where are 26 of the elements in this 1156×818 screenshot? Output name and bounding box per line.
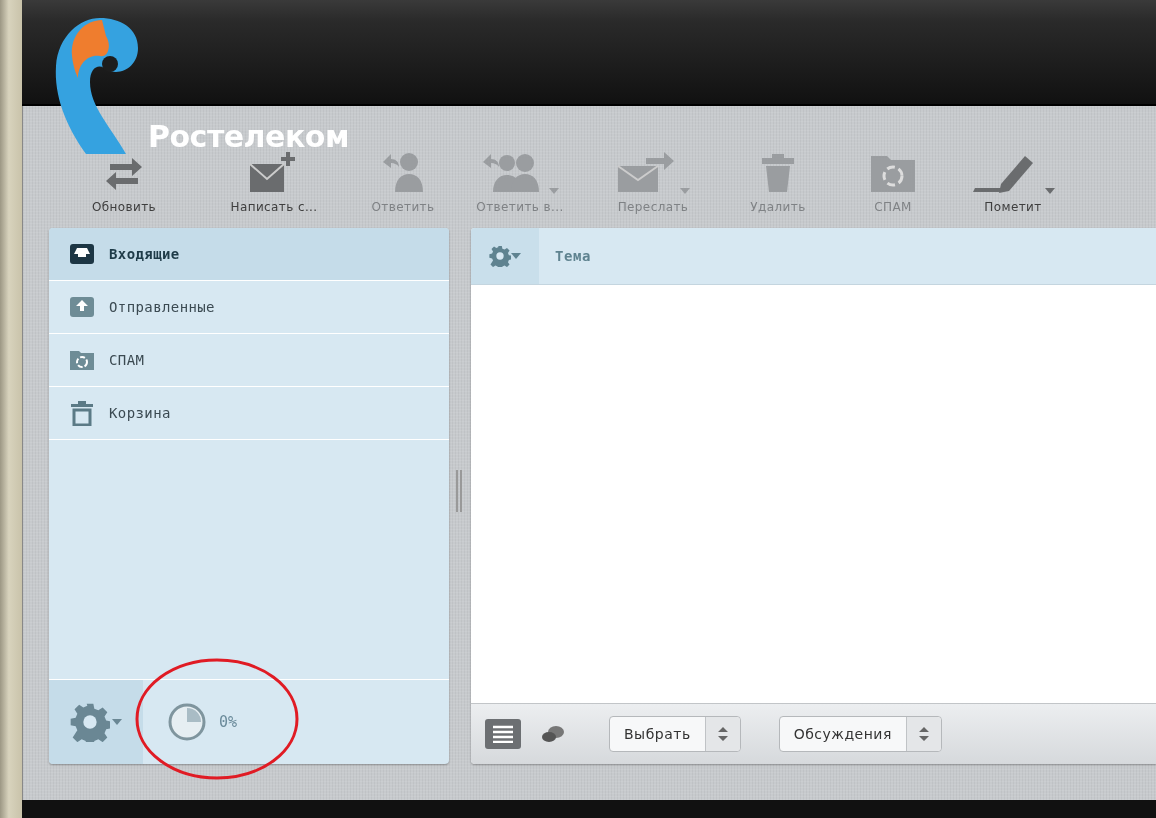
outbox-icon	[69, 295, 95, 319]
dropdown-select[interactable]: Обсуждения	[778, 716, 942, 752]
list-icon	[492, 725, 514, 743]
column-menu-button[interactable]	[471, 228, 539, 284]
quota-percent: 0%	[219, 713, 238, 731]
speech-bubbles-icon	[540, 724, 566, 744]
settings-icon	[70, 702, 110, 742]
folder-item[interactable]: Входящие	[49, 228, 449, 281]
caret-icon	[112, 719, 122, 725]
up-down-icon	[918, 727, 929, 741]
recycle-folder-icon	[69, 348, 95, 372]
folder-item[interactable]: Отправленные	[49, 281, 449, 334]
folder-item[interactable]: СПАМ	[49, 334, 449, 387]
dropdown-select[interactable]: Выбрать	[609, 716, 741, 752]
caret-icon	[511, 253, 521, 259]
toolbar-button[interactable]: Пометит	[953, 148, 1073, 214]
quota-pie-icon	[167, 702, 207, 742]
up-down-icon	[717, 727, 728, 741]
folder-item[interactable]: Корзина	[49, 387, 449, 440]
splitter-handle[interactable]	[456, 470, 462, 512]
trash-icon	[69, 400, 95, 426]
inbox-icon	[69, 242, 95, 266]
settings-icon	[489, 245, 511, 267]
settings-button[interactable]	[49, 680, 143, 764]
list-view-button[interactable]	[485, 719, 521, 749]
envelope-arrow-icon	[616, 150, 676, 194]
